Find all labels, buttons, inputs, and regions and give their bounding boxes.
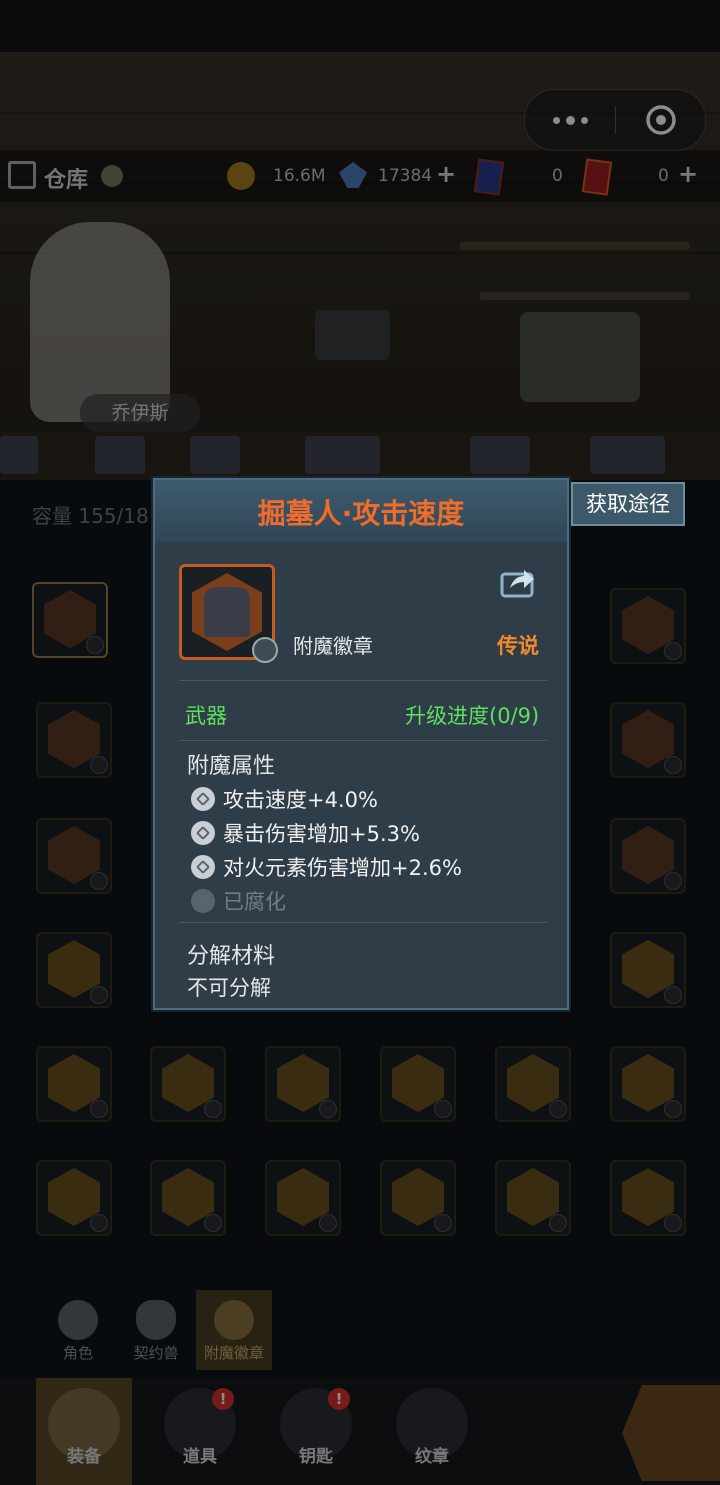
attribute-row: 攻击速度+4.0% [191, 784, 378, 814]
attribute-row-corrupted: 已腐化 [191, 886, 286, 916]
attribute-bullet-icon [191, 855, 215, 879]
share-icon[interactable] [500, 566, 536, 598]
weapon-tag-icon [252, 637, 278, 663]
attribute-bullet-icon [191, 889, 215, 913]
upgrade-progress: 升级进度(0/9) [405, 704, 540, 728]
attribute-bullet-icon [191, 787, 215, 811]
material-title: 分解材料 [187, 944, 276, 969]
item-type: 附魔徽章 [293, 634, 373, 658]
gravedigger-icon [204, 587, 250, 637]
attribute-bullet-icon [191, 821, 215, 845]
item-icon-frame [179, 564, 278, 663]
attribute-row: 对火元素伤害增加+2.6% [191, 852, 462, 882]
item-detail-dialog: 掘墓人·攻击速度 附魔徽章 传说 武器 升级进度(0/9) 附魔属性 攻击速度+… [153, 478, 569, 1010]
slot-label: 武器 [185, 704, 227, 728]
attribute-row: 暴击伤害增加+5.3% [191, 818, 420, 848]
enchant-attributes-title: 附魔属性 [187, 754, 276, 779]
item-title: 掘墓人·攻击速度 [257, 497, 465, 530]
divider [179, 922, 547, 923]
divider [179, 740, 547, 741]
material-value: 不可分解 [187, 976, 271, 1000]
divider [179, 680, 547, 681]
rarity-label: 传说 [497, 634, 539, 658]
obtain-route-button[interactable]: 获取途径 [571, 482, 685, 526]
